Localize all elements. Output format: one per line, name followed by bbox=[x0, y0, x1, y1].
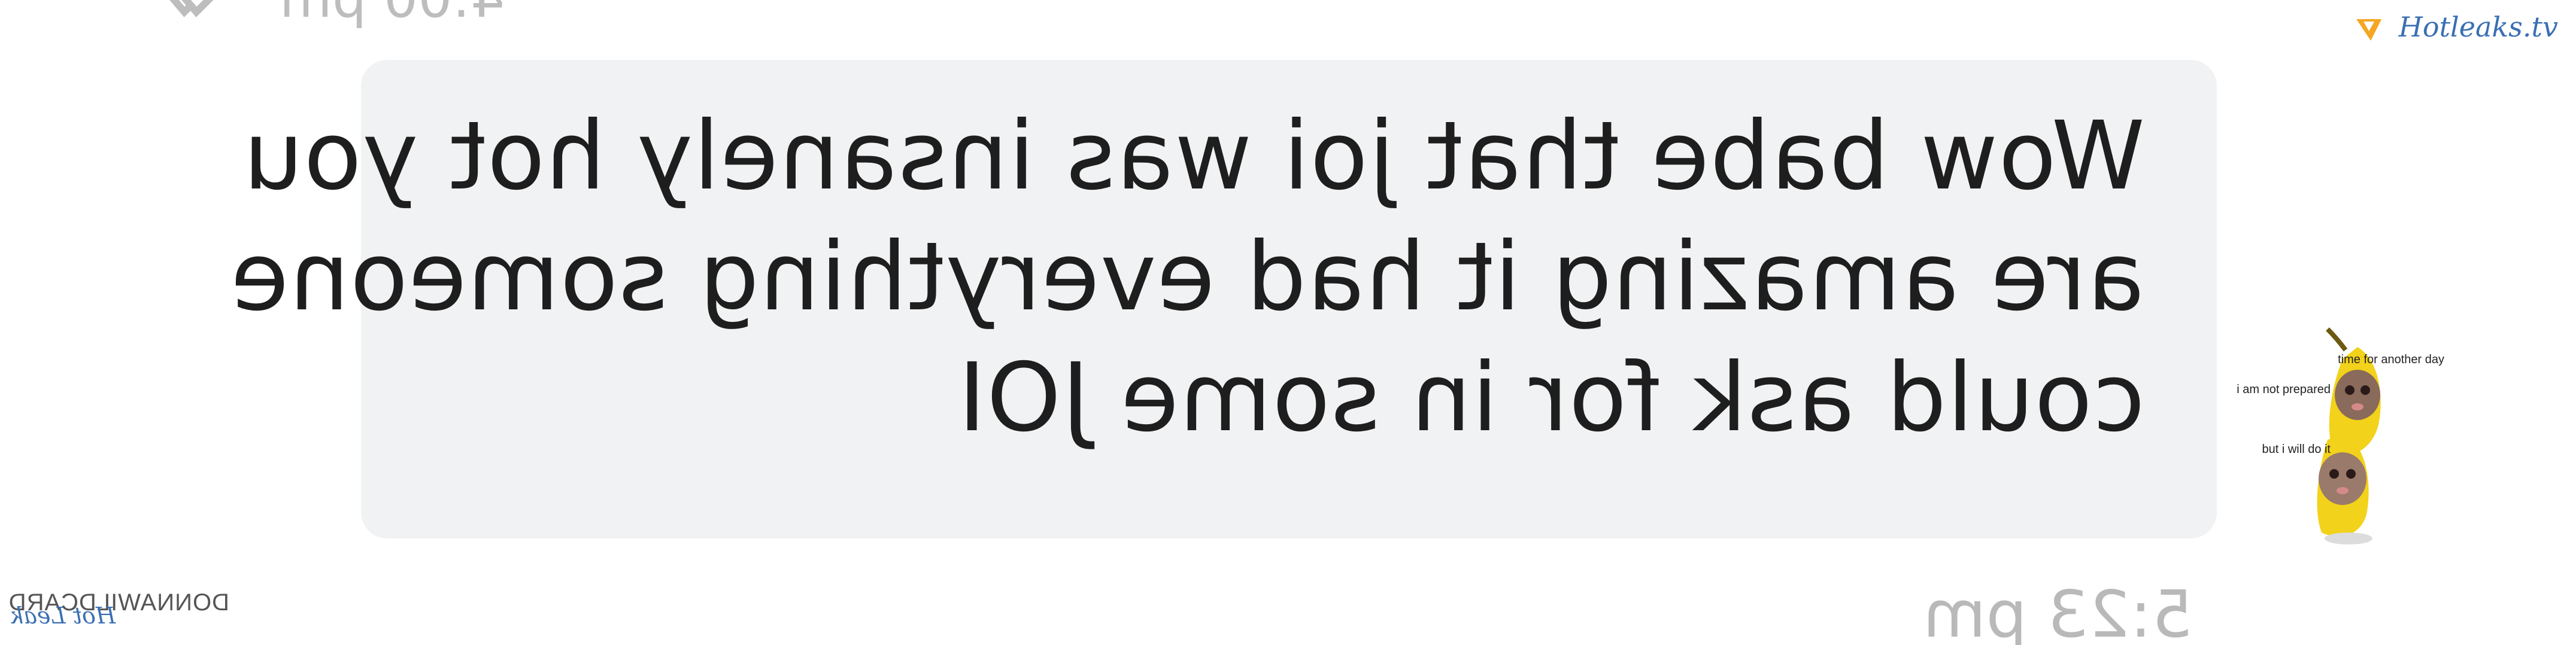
watermark-bottom: DONNAWILDCARD Hot Leak bbox=[2, 589, 229, 637]
watermark-top: Hotleaks.tv bbox=[2353, 11, 2558, 59]
message-line: are amazing it had everything someone bbox=[230, 222, 2145, 332]
sticker-caption: time for another day bbox=[2338, 353, 2444, 366]
message-bubble[interactable]: Wow babe that joi was insanely hot you a… bbox=[230, 60, 2217, 538]
hotleaks-logo-icon bbox=[2356, 19, 2382, 41]
sticker-caption: but i will do it bbox=[2262, 443, 2331, 456]
previous-timestamp: 4:00 pm bbox=[280, 0, 505, 30]
message-timestamp: 5:23 pm bbox=[1923, 577, 2193, 645]
sticker-caption: i am not prepared bbox=[2237, 383, 2331, 396]
avatar[interactable]: time for another day i am not prepared b… bbox=[2229, 323, 2468, 550]
message-line: Wow babe that joi was insanely hot you bbox=[242, 101, 2145, 211]
watermark-brand: Hot Leak bbox=[10, 603, 116, 629]
previous-message-meta: 4:00 pm bbox=[145, 0, 505, 30]
chat-screen: 4:00 pm Wow babe that joi was insanely h… bbox=[0, 0, 2576, 645]
double-check-icon bbox=[148, 0, 220, 17]
message-line: could ask for in some JOI bbox=[957, 343, 2145, 453]
watermark-brand: Hotleaks.tv bbox=[2398, 11, 2558, 43]
message-text: Wow babe that joi was insanely hot you a… bbox=[230, 96, 2145, 458]
